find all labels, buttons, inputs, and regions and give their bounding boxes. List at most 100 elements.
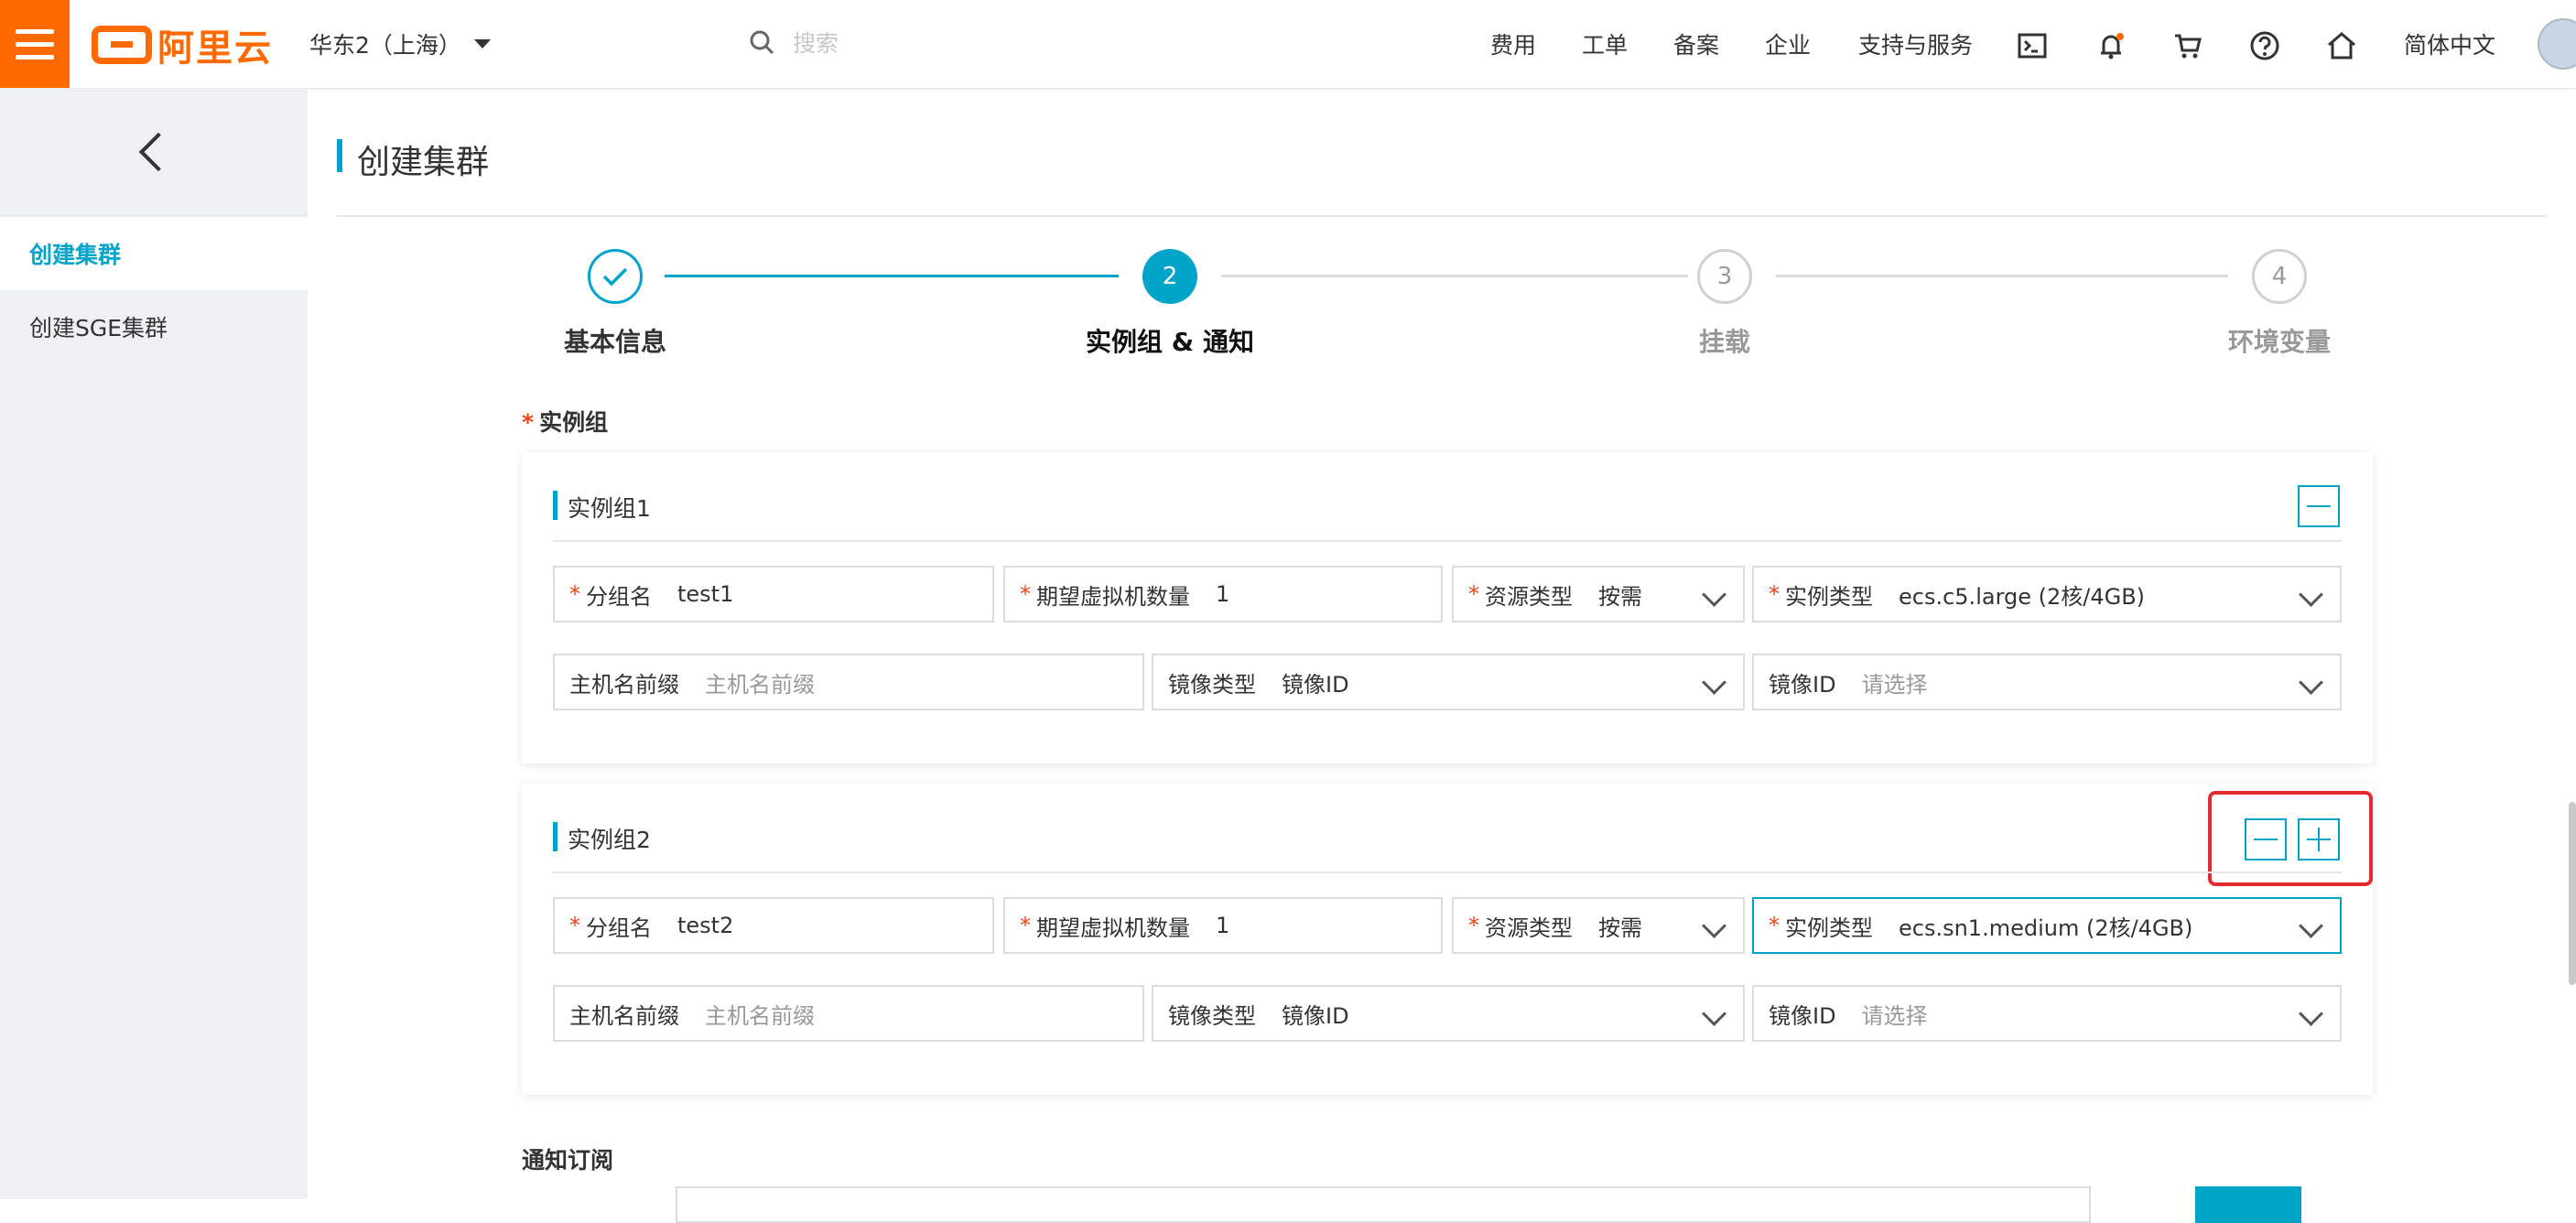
search-box[interactable]: 搜索 [749, 26, 839, 59]
step-1-label: 基本信息 [563, 327, 666, 357]
step-connector-3 [1776, 275, 2228, 277]
hostname-prefix-placeholder: 主机名前缀 [705, 671, 815, 698]
nav-enterprise[interactable]: 企业 [1765, 27, 1811, 60]
nav-icp[interactable]: 备案 [1673, 27, 1719, 60]
resource-type-value: 按需 [1598, 583, 1642, 610]
chevron-down-icon [1702, 670, 1726, 695]
field-label: 期望虚拟机数量 [1036, 915, 1190, 941]
required-marker: * [1769, 581, 1780, 607]
vm-count-field[interactable]: * 期望虚拟机数量 1 [1003, 566, 1443, 622]
check-icon [602, 267, 628, 287]
card-accent-bar [553, 491, 557, 520]
instance-type-select[interactable]: * 实例类型 ecs.c5.large (2核/4GB) [1752, 566, 2342, 622]
notify-input[interactable] [676, 1186, 2091, 1223]
chevron-down-icon [1702, 582, 1726, 607]
vm-count-value: 1 [1216, 581, 1230, 607]
section-label-text: 实例组 [539, 409, 609, 436]
resource-type-value: 按需 [1598, 915, 1642, 941]
caret-down-icon [473, 39, 491, 49]
instance-group-title: 实例组2 [568, 827, 651, 853]
group-name-value: test1 [677, 581, 734, 607]
required-marker: * [569, 581, 580, 607]
remove-group-button[interactable] [2298, 485, 2340, 527]
instance-type-select[interactable]: * 实例类型 ecs.sn1.medium (2核/4GB) [1752, 897, 2342, 954]
bell-icon[interactable] [2093, 27, 2129, 64]
chevron-down-icon [1702, 914, 1726, 938]
field-label: 主机名前缀 [569, 671, 679, 698]
field-label: 镜像ID [1769, 671, 1836, 698]
vm-count-value: 1 [1216, 913, 1230, 938]
image-type-select[interactable]: 镜像类型 镜像ID [1152, 985, 1745, 1042]
step-connector-1 [665, 275, 1119, 277]
cart-icon[interactable] [2170, 27, 2206, 64]
required-marker: * [522, 409, 535, 436]
image-type-value: 镜像ID [1282, 1002, 1349, 1029]
field-label: 镜像类型 [1168, 1002, 1256, 1029]
step-4-circle: 4 [2252, 249, 2307, 304]
aliyun-logo[interactable]: 阿里云 [92, 22, 273, 70]
logo-mark-icon [92, 26, 152, 64]
resource-type-select[interactable]: * 资源类型 按需 [1452, 897, 1745, 954]
hamburger-menu-icon[interactable] [0, 0, 70, 88]
required-marker: * [1468, 581, 1479, 607]
resource-type-select[interactable]: * 资源类型 按需 [1452, 566, 1745, 622]
field-label: 期望虚拟机数量 [1036, 583, 1190, 610]
required-marker: * [569, 913, 580, 938]
scrollbar-thumb[interactable] [2569, 802, 2576, 985]
field-label: 镜像类型 [1168, 671, 1256, 698]
field-label: 镜像ID [1769, 1002, 1836, 1029]
region-selector[interactable]: 华东2（上海） [309, 27, 491, 60]
required-marker: * [1020, 581, 1031, 607]
nav-support[interactable]: 支持与服务 [1858, 27, 1973, 60]
field-label: 分组名 [586, 915, 652, 941]
chevron-down-icon [2299, 582, 2323, 607]
chevron-down-icon [1702, 1001, 1726, 1026]
image-id-select[interactable]: 镜像ID 请选择 [1752, 654, 2342, 710]
sidebar-collapse-button[interactable] [0, 89, 308, 216]
instance-group-section-label: * 实例组 [522, 405, 608, 438]
title-accent-bar [337, 139, 342, 172]
chevron-down-icon [2299, 670, 2323, 695]
field-label: 分组名 [586, 583, 652, 610]
terminal-icon[interactable] [2014, 27, 2051, 64]
chevron-down-icon [2299, 914, 2323, 938]
help-icon[interactable] [2246, 27, 2283, 64]
card-divider [553, 540, 2342, 542]
instance-type-value: ecs.sn1.medium (2核/4GB) [1899, 915, 2193, 941]
group-name-field[interactable]: * 分组名 test2 [553, 897, 994, 954]
logo-text: 阿里云 [157, 27, 273, 70]
group-name-value: test2 [677, 913, 734, 938]
page-title: 创建集群 [357, 144, 490, 181]
required-marker: * [1769, 913, 1780, 938]
search-placeholder: 搜索 [793, 30, 839, 57]
step-1-circle [588, 249, 643, 304]
sidebar-item-create-sge-cluster[interactable]: 创建SGE集群 [0, 290, 308, 363]
hostname-prefix-field[interactable]: 主机名前缀 主机名前缀 [553, 654, 1144, 710]
hostname-prefix-field[interactable]: 主机名前缀 主机名前缀 [553, 985, 1144, 1042]
nav-billing[interactable]: 费用 [1490, 27, 1536, 60]
image-id-select[interactable]: 镜像ID 请选择 [1752, 985, 2342, 1042]
sidebar-item-create-cluster[interactable]: 创建集群 [0, 217, 308, 290]
instance-type-value: ecs.c5.large (2核/4GB) [1899, 583, 2146, 610]
image-type-value: 镜像ID [1282, 671, 1349, 698]
nav-ticket[interactable]: 工单 [1582, 27, 1628, 60]
step-3-label: 挂载 [1698, 327, 1750, 357]
required-marker: * [1020, 913, 1031, 938]
image-type-select[interactable]: 镜像类型 镜像ID [1152, 654, 1745, 710]
field-label: 实例类型 [1785, 583, 1873, 610]
instance-group-title: 实例组1 [568, 495, 651, 522]
step-3-circle: 3 [1697, 249, 1752, 304]
notify-subscription-label: 通知订阅 [522, 1147, 614, 1174]
vm-count-field[interactable]: * 期望虚拟机数量 1 [1003, 897, 1443, 954]
notify-button[interactable] [2195, 1186, 2301, 1223]
home-icon[interactable] [2323, 27, 2360, 64]
field-label: 资源类型 [1485, 915, 1573, 941]
hostname-prefix-placeholder: 主机名前缀 [705, 1002, 815, 1029]
group-name-field[interactable]: * 分组名 test1 [553, 566, 994, 622]
step-2-circle: 2 [1142, 249, 1197, 304]
region-label: 华东2（上海） [309, 32, 461, 59]
step-2-label: 实例组 & 通知 [1086, 327, 1254, 357]
image-id-placeholder: 请选择 [1861, 671, 1928, 698]
language-selector[interactable]: 简体中文 [2404, 27, 2495, 60]
field-label: 资源类型 [1485, 583, 1573, 610]
